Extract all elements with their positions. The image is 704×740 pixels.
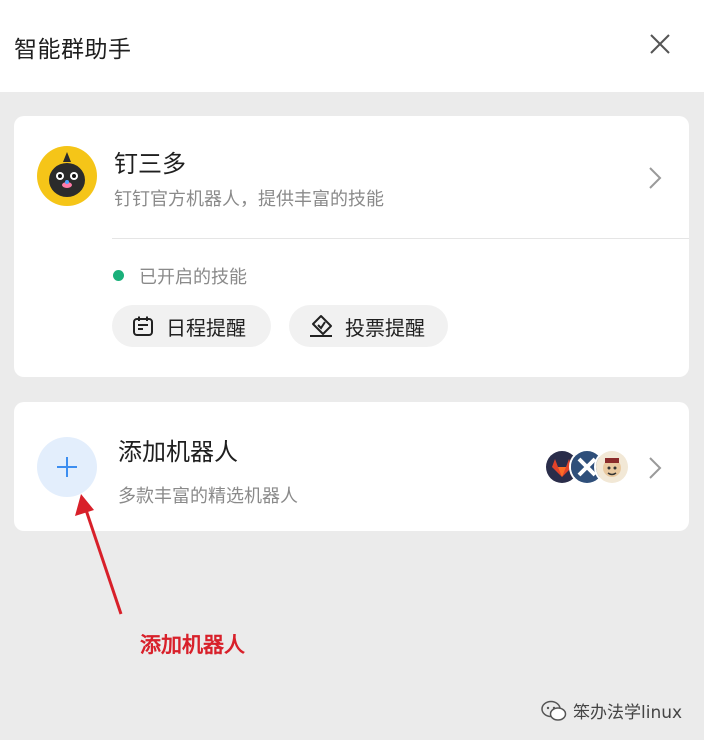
skill-label: 日程提醒 [166,315,246,340]
bot-name: 钉三多 [114,150,186,178]
calendar-icon [133,316,153,336]
watermark: 笨办法学linux [541,698,682,723]
dialog-title: 智能群助手 [14,37,132,63]
skill-chip-schedule[interactable]: 日程提醒 [112,305,271,347]
skill-label: 投票提醒 [345,315,425,340]
bot-description: 钉钉官方机器人，提供丰富的技能 [114,189,384,210]
status-label: 已开启的技能 [139,267,247,288]
jenkins-icon [594,449,630,485]
status-dot [113,270,124,281]
wechat-icon [541,700,567,721]
skill-chip-vote[interactable]: 投票提醒 [289,305,448,347]
chevron-right-icon[interactable] [647,165,663,191]
annotation-arrow [70,490,140,620]
add-robot-description: 多款丰富的精选机器人 [118,486,298,507]
close-icon[interactable] [646,30,674,58]
annotation-label: 添加机器人 [140,633,245,657]
chevron-right-icon[interactable] [647,455,663,481]
robot-avatar-stack [544,449,630,485]
bot-avatar [37,146,97,206]
add-robot-button[interactable] [37,437,97,497]
dialog-header: 智能群助手 [0,0,704,92]
divider [112,238,689,239]
add-robot-title: 添加机器人 [118,438,238,466]
watermark-label: 笨办法学linux [573,703,683,723]
plus-icon [57,457,77,477]
bot-card[interactable]: 钉三多 钉钉官方机器人，提供丰富的技能 已开启的技能 日程提醒 投票提醒 [14,116,689,377]
vote-icon [310,315,332,337]
